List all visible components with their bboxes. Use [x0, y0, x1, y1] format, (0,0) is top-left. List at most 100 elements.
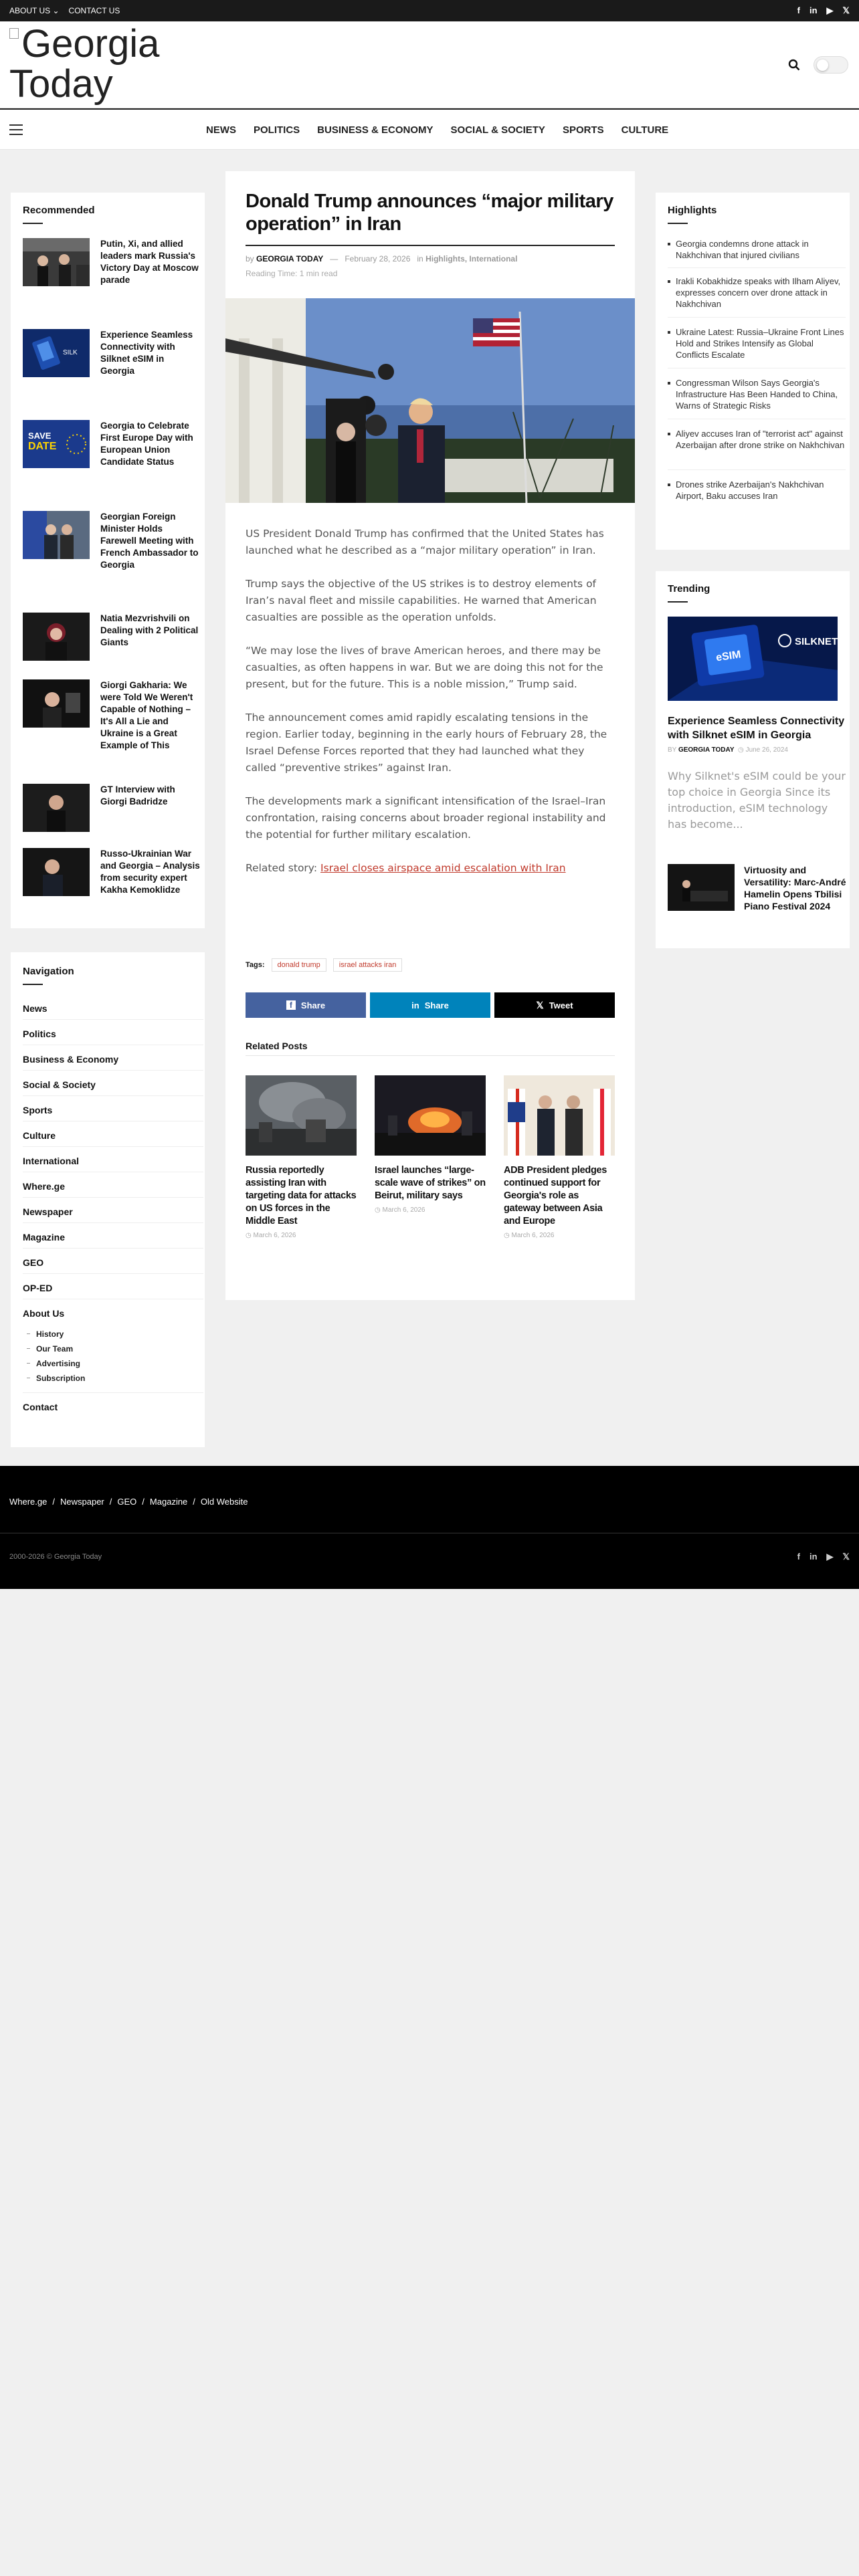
related-posts-title: Related Posts — [246, 1041, 308, 1051]
related-post[interactable]: Russia reportedly assisting Iran with ta… — [246, 1075, 357, 1239]
linkedin-share-button[interactable]: in Share — [370, 992, 490, 1018]
youtube-icon[interactable]: ▶ — [827, 5, 834, 16]
related-story-link[interactable]: Israel closes airspace amid escalation w… — [320, 862, 566, 874]
linkedin-icon: in — [411, 1000, 419, 1010]
highlight-item[interactable]: Aliyev accuses Iran of "terrorist act" a… — [668, 428, 846, 451]
category-links[interactable]: Highlights, International — [425, 254, 517, 263]
search-icon[interactable] — [788, 59, 800, 71]
navw-op-ed[interactable]: OP-ED — [23, 1283, 203, 1293]
navw-contact[interactable]: Contact — [23, 1402, 203, 1412]
title-underline — [23, 984, 43, 985]
highlight-item[interactable]: Ukraine Latest: Russia–Ukraine Front Lin… — [668, 326, 846, 360]
x-icon[interactable]: 𝕏 — [843, 5, 850, 16]
x-share-button[interactable]: 𝕏 Tweet — [494, 992, 615, 1018]
tag-israel-attacks-iran[interactable]: israel attacks iran — [332, 958, 403, 972]
divider — [23, 1248, 203, 1249]
nav-sports[interactable]: SPORTS — [563, 124, 604, 136]
facebook-share-button[interactable]: f Share — [246, 992, 366, 1018]
footer-link-old-website[interactable]: Old Website — [201, 1497, 248, 1507]
related-post[interactable]: Israel launches “large-scale wave of str… — [375, 1075, 486, 1214]
title-divider — [246, 245, 615, 246]
footer-link-magazine[interactable]: Magazine — [150, 1497, 187, 1507]
site-logo[interactable]: Georgia Today — [9, 24, 183, 104]
title-underline — [668, 223, 688, 224]
article-card: Donald Trump announces “major military o… — [225, 171, 635, 1300]
article-paragraph: “We may lose the lives of brave American… — [246, 645, 603, 690]
navw-newspaper[interactable]: Newspaper — [23, 1206, 203, 1217]
main-nav: NEWS POLITICS BUSINESS & ECONOMY SOCIAL … — [0, 108, 859, 150]
navw-sub-advertising[interactable]: Advertising — [26, 1359, 80, 1368]
nav-politics[interactable]: POLITICS — [254, 124, 300, 136]
x-icon[interactable]: 𝕏 — [843, 1551, 850, 1562]
trending-title: Trending — [668, 583, 710, 595]
divider — [668, 317, 846, 318]
dark-mode-toggle[interactable] — [814, 56, 848, 74]
navw-sub-history[interactable]: History — [26, 1329, 64, 1339]
article-paragraph: US President Donald Trump has confirmed … — [246, 528, 604, 556]
about-us-link[interactable]: ABOUT US ⌄ — [9, 6, 60, 15]
facebook-icon[interactable]: f — [797, 5, 800, 16]
svg-text:DATE: DATE — [28, 441, 57, 452]
post-date: ◷ March 6, 2026 — [375, 1206, 425, 1214]
highlight-item[interactable]: Georgia condemns drone attack in Nakhchi… — [668, 238, 846, 261]
divider — [23, 1273, 203, 1274]
navw-news[interactable]: News — [23, 1003, 203, 1014]
linkedin-icon[interactable]: in — [809, 5, 818, 16]
nav-culture[interactable]: CULTURE — [622, 124, 669, 136]
tag-donald-trump[interactable]: donald trump — [271, 958, 326, 972]
hamburger-menu-icon[interactable] — [9, 124, 23, 135]
footer-link-geo[interactable]: GEO — [117, 1497, 136, 1507]
thumbnail-image — [23, 848, 90, 896]
trending-hero-image[interactable]: eSIM SILKNET — [668, 617, 838, 701]
youtube-icon[interactable]: ▶ — [827, 1551, 834, 1562]
highlight-item[interactable]: Congressman Wilson Says Georgia's Infras… — [668, 377, 846, 411]
article-hero-image — [225, 298, 635, 503]
article-date: February 28, 2026 — [345, 254, 411, 263]
thumbnail-image — [23, 238, 90, 286]
trending-main-title[interactable]: Experience Seamless Connectivity with Si… — [668, 714, 848, 742]
facebook-icon[interactable]: f — [797, 1551, 800, 1562]
title-underline — [668, 601, 688, 603]
navw-magazine[interactable]: Magazine — [23, 1232, 203, 1243]
highlight-item[interactable]: Drones strike Azerbaijan's Nakhchivan Ai… — [668, 479, 846, 502]
navw-international[interactable]: International — [23, 1156, 203, 1166]
trending-item-title[interactable]: Virtuosity and Versatility: Marc-André H… — [744, 864, 848, 912]
recommended-title: Recommended — [23, 205, 95, 216]
nav-social[interactable]: SOCIAL & SOCIETY — [451, 124, 545, 136]
thumbnail-image — [23, 679, 90, 728]
top-links: ABOUT US ⌄ CONTACT US — [9, 6, 120, 15]
divider — [23, 1222, 203, 1223]
navw-sub-subscription[interactable]: Subscription — [26, 1374, 85, 1383]
article-paragraph: Trump says the objective of the US strik… — [246, 578, 597, 623]
navw-sub-our-team[interactable]: Our Team — [26, 1344, 73, 1354]
navw-business[interactable]: Business & Economy — [23, 1054, 203, 1065]
linkedin-icon[interactable]: in — [809, 1551, 818, 1562]
related-post[interactable]: ADB President pledges continued support … — [504, 1075, 615, 1239]
author-link[interactable]: GEORGIA TODAY — [256, 254, 323, 263]
navw-where-ge[interactable]: Where.ge — [23, 1181, 203, 1192]
navw-sports[interactable]: Sports — [23, 1105, 203, 1115]
divider — [23, 1197, 203, 1198]
toggle-knob — [817, 60, 828, 71]
contact-us-link[interactable]: CONTACT US — [69, 6, 120, 15]
thumbnail-image: SAVEDATE — [23, 420, 90, 468]
footer-link-newspaper[interactable]: Newspaper — [60, 1497, 104, 1507]
navw-social[interactable]: Social & Society — [23, 1079, 203, 1090]
thumbnail-image — [668, 864, 735, 911]
thumbnail-image — [246, 1075, 357, 1156]
navigation-widget: Navigation News Politics Business & Econ… — [11, 952, 205, 1447]
footer-link-where-ge[interactable]: Where.ge — [9, 1497, 47, 1507]
x-icon: 𝕏 — [536, 999, 544, 1010]
nav-business[interactable]: BUSINESS & ECONOMY — [317, 124, 433, 136]
navw-politics[interactable]: Politics — [23, 1029, 203, 1039]
trending-widget: Trending eSIM SILKNET Experience Seamles… — [656, 571, 850, 948]
highlight-item[interactable]: Irakli Kobakhidze speaks with Ilham Aliy… — [668, 276, 846, 310]
navw-about-us[interactable]: About Us — [23, 1308, 203, 1319]
post-date: ◷ March 6, 2026 — [246, 1232, 296, 1239]
highlights-widget: Highlights Georgia condemns drone attack… — [656, 193, 850, 550]
navw-culture[interactable]: Culture — [23, 1130, 203, 1141]
nav-news[interactable]: NEWS — [206, 124, 236, 136]
top-social-links: f in ▶ 𝕏 — [797, 5, 850, 16]
navw-geo[interactable]: GEO — [23, 1257, 203, 1268]
trending-excerpt: Why Silknet's eSIM could be your top cho… — [668, 770, 846, 831]
